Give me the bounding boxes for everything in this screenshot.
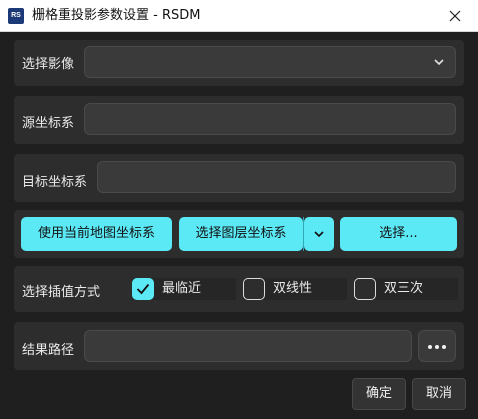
- ok-button[interactable]: 确定: [352, 378, 406, 410]
- select-crs-button[interactable]: 选择...: [340, 217, 457, 251]
- interp-option-label: 双线性: [273, 281, 313, 296]
- interp-option-label: 最临近: [162, 281, 202, 296]
- window-title: 栅格重投影参数设置 - RSDM: [32, 8, 201, 23]
- interpolation-label: 选择插值方式: [22, 285, 101, 300]
- close-button[interactable]: [432, 0, 478, 32]
- source-crs-panel: 源坐标系: [14, 96, 464, 144]
- interp-option-nearest[interactable]: 最临近: [132, 278, 236, 300]
- select-layer-crs-button[interactable]: 选择图层坐标系: [179, 217, 303, 251]
- output-path-field[interactable]: [84, 330, 412, 362]
- close-icon: [449, 10, 461, 22]
- title-bar: RS 栅格重投影参数设置 - RSDM: [0, 0, 478, 32]
- output-path-label: 结果路径: [22, 343, 75, 358]
- image-select-label: 选择影像: [22, 57, 75, 72]
- chevron-down-icon: [434, 59, 444, 66]
- interpolation-panel: 选择插值方式 最临近 双线性 双三次: [14, 266, 464, 312]
- browse-button[interactable]: [418, 330, 456, 362]
- checkmark-icon: [136, 283, 150, 295]
- chevron-down-icon: [314, 231, 324, 238]
- interp-option-label: 双三次: [384, 281, 424, 296]
- checkbox-unchecked[interactable]: [243, 278, 265, 300]
- target-crs-panel: 目标坐标系: [14, 154, 464, 202]
- interp-option-bicubic[interactable]: 双三次: [354, 278, 458, 300]
- crs-buttons-panel: 使用当前地图坐标系 选择图层坐标系 选择...: [14, 210, 464, 258]
- image-select-dropdown[interactable]: [84, 46, 456, 78]
- layer-crs-dropdown-button[interactable]: [304, 217, 334, 251]
- checkbox-unchecked[interactable]: [354, 278, 376, 300]
- image-select-panel: 选择影像: [14, 40, 464, 86]
- app-logo-icon: RS: [8, 8, 24, 24]
- use-map-crs-button[interactable]: 使用当前地图坐标系: [21, 217, 172, 251]
- checkbox-checked[interactable]: [132, 278, 154, 300]
- output-panel: 结果路径: [14, 322, 464, 370]
- source-crs-field[interactable]: [84, 103, 456, 135]
- interp-option-bilinear[interactable]: 双线性: [243, 278, 347, 300]
- cancel-button[interactable]: 取消: [412, 378, 466, 410]
- target-crs-label: 目标坐标系: [22, 175, 88, 190]
- source-crs-label: 源坐标系: [22, 116, 75, 131]
- target-crs-field[interactable]: [97, 161, 456, 193]
